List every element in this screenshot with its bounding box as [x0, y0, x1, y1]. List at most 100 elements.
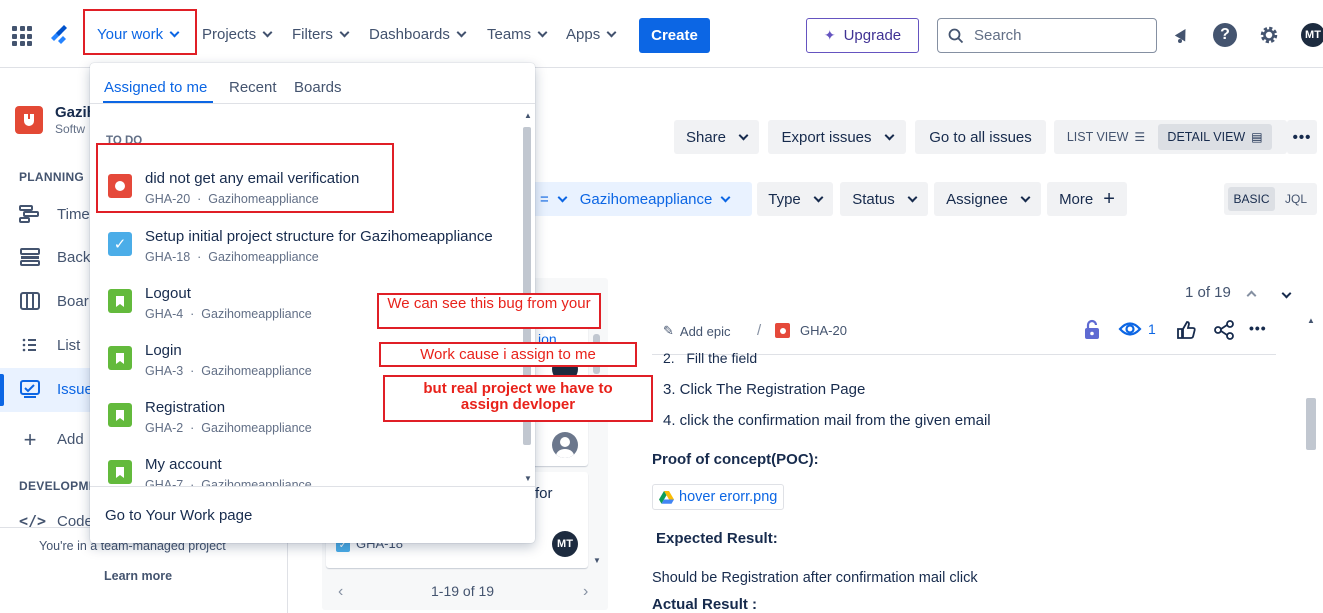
more-dots-icon: ••• [1292, 128, 1312, 146]
jql-mode-button[interactable]: JQL [1278, 187, 1314, 211]
settings-gear-icon[interactable] [1257, 23, 1281, 47]
issue-meta: GHA-7 · Gazihomeappliance [145, 478, 312, 486]
planning-heading: PLANNING [19, 170, 85, 184]
app-switcher-icon[interactable] [12, 26, 32, 46]
nav-dashboards[interactable]: Dashboards [369, 26, 467, 43]
story-icon [108, 460, 132, 484]
issue-meta: GHA-3 · Gazihomeappliance [145, 364, 312, 378]
type-filter[interactable]: Type [757, 182, 833, 216]
annotation-box-your-work [83, 9, 197, 55]
list-item[interactable]: ✓ Setup initial project structure for Ga… [108, 222, 518, 278]
detail-view-icon: ▤ [1251, 130, 1263, 144]
backlog-icon [20, 248, 40, 266]
timeline-icon [19, 205, 39, 223]
export-label: Export issues [781, 128, 872, 146]
sidebar-add-label: Add [57, 431, 84, 448]
avatar: MT [552, 531, 578, 557]
sidebar-item-label: Back [57, 248, 91, 266]
learn-more-link[interactable]: Learn more [104, 569, 172, 583]
watcher-count: 1 [1148, 321, 1156, 337]
add-epic-button[interactable]: ✎ Add epic [663, 323, 731, 339]
issue-project: Gazihomeappliance [201, 478, 312, 486]
watch-button[interactable]: 1 [1118, 320, 1156, 338]
sidebar-item-timeline[interactable]: Time [19, 204, 90, 224]
share-icon[interactable] [1213, 320, 1235, 343]
chevron-down-icon [1281, 288, 1292, 299]
export-issues-button[interactable]: Export issues [768, 120, 906, 154]
sidebar-item-label: Boar [57, 292, 89, 310]
share-button[interactable]: Share [674, 120, 759, 154]
prev-issue-button[interactable] [1246, 286, 1257, 302]
list-icon: ☰ [1134, 130, 1146, 144]
breadcrumb-separator: / [757, 322, 762, 339]
list-item[interactable]: My account GHA-7 · Gazihomeappliance [108, 450, 518, 486]
list-view-button[interactable]: LIST VIEW ☰ [1060, 124, 1152, 150]
notifications-icon[interactable] [1170, 23, 1194, 47]
status-filter[interactable]: Status [840, 182, 928, 216]
search-input[interactable]: Search [937, 18, 1157, 53]
nav-projects[interactable]: Projects [202, 26, 273, 43]
issue-title: Logout [145, 285, 191, 302]
go-to-your-work-link[interactable]: Go to Your Work page [105, 507, 252, 524]
breadcrumb-issue[interactable]: GHA-20 [775, 323, 847, 338]
project-filter[interactable]: = Gazihomeappliance [528, 182, 752, 216]
issue-key: GHA-18 [145, 250, 191, 264]
tab-recent[interactable]: Recent [229, 79, 277, 96]
basic-mode-button[interactable]: BASIC [1228, 187, 1275, 211]
more-filters-button[interactable]: More + [1047, 182, 1127, 216]
issue-title: Registration [145, 399, 226, 416]
expected-text: Should be Registration after confirmatio… [652, 570, 978, 586]
create-button[interactable]: Create [639, 18, 710, 53]
upgrade-button[interactable]: ✦ Upgrade [806, 18, 919, 53]
issue-title: My account [145, 456, 222, 473]
nav-apps[interactable]: Apps [566, 26, 617, 43]
chevron-down-icon [813, 192, 824, 202]
development-heading: DEVELOPME [19, 479, 98, 493]
step-4: 4. click the confirmation mail from the … [663, 412, 991, 429]
detail-view-button[interactable]: DETAIL VIEW ▤ [1158, 124, 1272, 150]
chevron-down-icon [537, 27, 548, 38]
attachment-link[interactable]: hover erorr.png [652, 484, 785, 510]
thumbs-up-icon[interactable] [1176, 320, 1196, 343]
sidebar-item-board[interactable]: Boar [19, 291, 89, 311]
go-to-all-issues-button[interactable]: Go to all issues [915, 120, 1046, 154]
board-icon [20, 292, 40, 310]
issue-more-icon[interactable]: ••• [1249, 320, 1267, 336]
project-avatar-icon[interactable] [15, 106, 43, 134]
tabs-divider [90, 103, 535, 104]
chevron-down-icon [738, 130, 749, 140]
nav-teams[interactable]: Teams [487, 26, 548, 43]
tab-assigned-to-me[interactable]: Assigned to me [104, 79, 207, 96]
issue-title: Setup initial project structure for Gazi… [145, 228, 493, 245]
sidebar-item-list[interactable]: List [19, 335, 80, 355]
upgrade-label: Upgrade [843, 27, 902, 44]
issue-title: Login [145, 342, 182, 359]
story-icon [108, 346, 132, 370]
sidebar-item-backlog[interactable]: Back [19, 247, 90, 267]
help-icon[interactable]: ? [1213, 23, 1237, 47]
share-label: Share [685, 128, 727, 146]
next-page-icon[interactable]: › [583, 583, 588, 601]
nav-apps-label: Apps [566, 26, 601, 43]
avatar[interactable]: MT [1301, 23, 1323, 47]
issue-key: GHA-20 [800, 323, 847, 338]
eye-icon [1118, 322, 1142, 336]
list-view-label: LIST VIEW [1066, 130, 1129, 144]
lock-icon[interactable] [1083, 319, 1101, 341]
next-issue-button[interactable] [1279, 284, 1292, 300]
nav-dashboards-label: Dashboards [369, 26, 450, 43]
jira-logo-icon[interactable] [48, 24, 70, 46]
nav-filters[interactable]: Filters [292, 26, 350, 43]
assignee-filter[interactable]: Assignee [934, 182, 1041, 216]
sidebar-item-label: List [57, 336, 81, 354]
sidebar-item-label: Time [57, 205, 90, 223]
prev-page-icon[interactable]: ‹ [338, 583, 343, 601]
sidebar-item-issues[interactable]: Issue [19, 379, 93, 399]
tab-boards[interactable]: Boards [294, 79, 342, 96]
issue-card-text: for [535, 485, 553, 502]
sidebar-add-button[interactable]: + Add [19, 428, 84, 450]
nav-teams-label: Teams [487, 26, 532, 43]
issue-meta: GHA-4 · Gazihomeappliance [145, 307, 312, 321]
more-actions-button[interactable]: ••• [1287, 120, 1317, 154]
detail-scrollbar[interactable]: ▲ [1304, 316, 1317, 613]
